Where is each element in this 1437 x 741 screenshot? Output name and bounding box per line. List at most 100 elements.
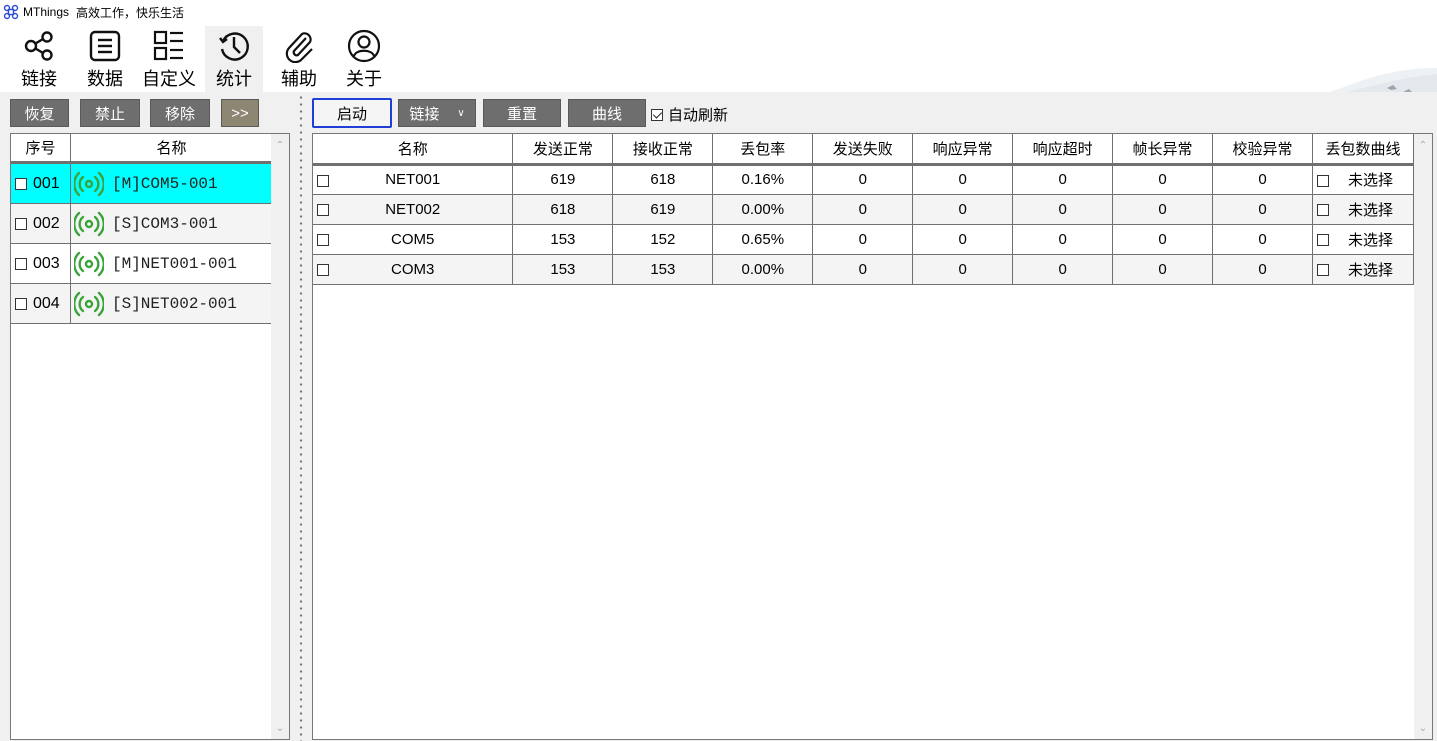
send-ok-cell: 619 <box>512 164 614 195</box>
app-logo-icon <box>3 4 19 20</box>
device-row[interactable]: 001 [M]COM5-001 <box>11 164 272 204</box>
recv-ok-cell: 152 <box>612 224 714 255</box>
device-list-panel: 序号 名称 001 [M]COM5-001 002 [S]COM3-001 003 [M]… <box>10 133 290 740</box>
curve-status: 未选择 <box>1347 201 1393 219</box>
loss-curve-cell: 未选择 <box>1312 164 1415 195</box>
panel-splitter[interactable] <box>296 94 306 741</box>
statistics-row[interactable]: COM5 153 152 0.65% 0 0 0 0 0 未选择 <box>313 224 1415 255</box>
send-fail-cell: 0 <box>812 224 914 255</box>
loss-rate-cell: 0.65% <box>712 224 814 255</box>
device-index: 002 <box>33 214 60 232</box>
toolbar-about-button[interactable]: 关于 <box>335 26 393 92</box>
channel-name: NET001 <box>385 171 441 188</box>
curve-checkbox[interactable] <box>1316 263 1329 276</box>
device-row[interactable]: 004 [S]NET002-001 <box>11 284 272 324</box>
toolbar-statistics-button[interactable]: 统计 <box>205 26 263 92</box>
device-row[interactable]: 002 [S]COM3-001 <box>11 204 272 244</box>
row-checkbox[interactable] <box>15 217 27 230</box>
column-header-loss-curve[interactable]: 丢包数曲线 <box>1312 134 1415 166</box>
name-cell: NET001 <box>313 164 514 195</box>
column-header-resp-error[interactable]: 响应异常 <box>912 134 1014 166</box>
main-toolbar: 链接 数据 自定义 统计 辅助 关于 <box>0 24 1437 116</box>
curve-checkbox[interactable] <box>1316 233 1329 246</box>
device-list-scrollbar[interactable]: ⌃ ⌄ <box>271 134 289 739</box>
remove-button[interactable]: 移除 <box>150 99 210 127</box>
scroll-down-icon[interactable]: ⌄ <box>1414 719 1432 737</box>
signal-broadcast-icon <box>74 211 104 236</box>
column-header-resp-timeout[interactable]: 响应超时 <box>1012 134 1114 166</box>
statistics-row[interactable]: NET001 619 618 0.16% 0 0 0 0 0 未选择 <box>313 164 1415 195</box>
column-header-name[interactable]: 名称 <box>71 134 272 161</box>
resp-timeout-cell: 0 <box>1012 224 1114 255</box>
row-checkbox[interactable] <box>15 177 27 190</box>
checksum-error-cell: 0 <box>1212 224 1313 255</box>
scroll-down-icon[interactable]: ⌄ <box>271 719 289 737</box>
frame-len-error-cell: 0 <box>1112 164 1214 195</box>
curve-checkbox[interactable] <box>1316 203 1329 216</box>
scroll-up-icon[interactable]: ⌃ <box>271 136 289 154</box>
device-index: 004 <box>33 294 60 312</box>
row-checkbox[interactable] <box>15 257 27 270</box>
device-name-cell: [S]NET002-001 <box>71 284 272 323</box>
channel-name: NET002 <box>385 200 441 218</box>
column-header-recv-ok[interactable]: 接收正常 <box>612 134 714 166</box>
link-dropdown[interactable]: 链接 ∨ <box>398 99 476 127</box>
toolbar-assist-button[interactable]: 辅助 <box>270 26 328 92</box>
share-icon <box>24 31 53 61</box>
column-header-name[interactable]: 名称 <box>313 134 514 166</box>
checkbox-checked-icon[interactable] <box>651 108 663 121</box>
reset-button[interactable]: 重置 <box>483 99 561 127</box>
channel-name: COM3 <box>391 260 435 278</box>
send-fail-cell: 0 <box>812 254 914 285</box>
row-checkbox[interactable] <box>317 233 329 246</box>
column-header-send-fail[interactable]: 发送失败 <box>812 134 914 166</box>
toolbar-link-button[interactable]: 链接 <box>10 26 68 92</box>
app-slogan: 高效工作，快乐生活 <box>76 5 185 20</box>
loss-rate-cell: 0.16% <box>712 164 814 195</box>
curve-status: 未选择 <box>1347 172 1393 189</box>
auto-refresh-label: 自动刷新 <box>668 107 729 124</box>
statistics-panel: 名称 发送正常 接收正常 丢包率 发送失败 响应异常 响应超时 帧长异常 校验异… <box>312 133 1433 740</box>
row-checkbox[interactable] <box>317 174 329 187</box>
title-bar: MThings 高效工作，快乐生活 <box>0 0 1437 24</box>
toolbar-data-button[interactable]: 数据 <box>76 26 134 92</box>
send-ok-cell: 618 <box>512 194 614 225</box>
device-name-cell: [M]COM5-001 <box>71 164 272 203</box>
recv-ok-cell: 618 <box>612 164 714 195</box>
auto-refresh-checkbox[interactable]: 自动刷新 <box>651 104 728 125</box>
start-button[interactable]: 启动 <box>312 98 392 128</box>
column-header-index[interactable]: 序号 <box>11 134 71 161</box>
device-name-cell: [M]NET001-001 <box>71 244 272 283</box>
statistics-scrollbar[interactable]: ⌃ ⌄ <box>1414 134 1432 739</box>
toolbar-custom-button[interactable]: 自定义 <box>138 26 200 92</box>
column-header-loss-rate[interactable]: 丢包率 <box>712 134 814 166</box>
scroll-up-icon[interactable]: ⌃ <box>1414 136 1432 154</box>
frame-len-error-cell: 0 <box>1112 224 1214 255</box>
statistics-row[interactable]: NET002 618 619 0.00% 0 0 0 0 0 未选择 <box>313 194 1415 225</box>
frame-len-error-cell: 0 <box>1112 194 1214 225</box>
column-header-frame-len-error[interactable]: 帧长异常 <box>1112 134 1214 166</box>
name-cell: COM5 <box>313 224 514 255</box>
frame-len-error-cell: 0 <box>1112 254 1214 285</box>
loss-curve-cell: 未选择 <box>1312 194 1415 225</box>
device-table: 序号 名称 001 [M]COM5-001 002 [S]COM3-001 003 [M]… <box>11 134 272 324</box>
curve-button[interactable]: 曲线 <box>568 99 646 127</box>
resp-error-cell: 0 <box>912 224 1014 255</box>
restore-button[interactable]: 恢复 <box>10 99 69 127</box>
column-header-checksum-error[interactable]: 校验异常 <box>1212 134 1313 166</box>
device-index: 001 <box>33 174 60 192</box>
column-header-send-ok[interactable]: 发送正常 <box>512 134 614 166</box>
device-name-cell: [S]COM3-001 <box>71 204 272 243</box>
expand-button[interactable]: >> <box>221 99 259 127</box>
row-checkbox[interactable] <box>317 203 329 216</box>
device-row[interactable]: 003 [M]NET001-001 <box>11 244 272 284</box>
statistics-row[interactable]: COM3 153 153 0.00% 0 0 0 0 0 未选择 <box>313 254 1415 285</box>
row-checkbox[interactable] <box>317 263 329 276</box>
history-clock-icon <box>219 32 249 61</box>
link-dropdown-label: 链接 <box>409 105 440 123</box>
disable-button[interactable]: 禁止 <box>80 99 140 127</box>
curve-checkbox[interactable] <box>1316 174 1329 187</box>
list-box-icon <box>89 30 121 62</box>
resp-error-cell: 0 <box>912 164 1014 195</box>
row-checkbox[interactable] <box>15 297 27 310</box>
